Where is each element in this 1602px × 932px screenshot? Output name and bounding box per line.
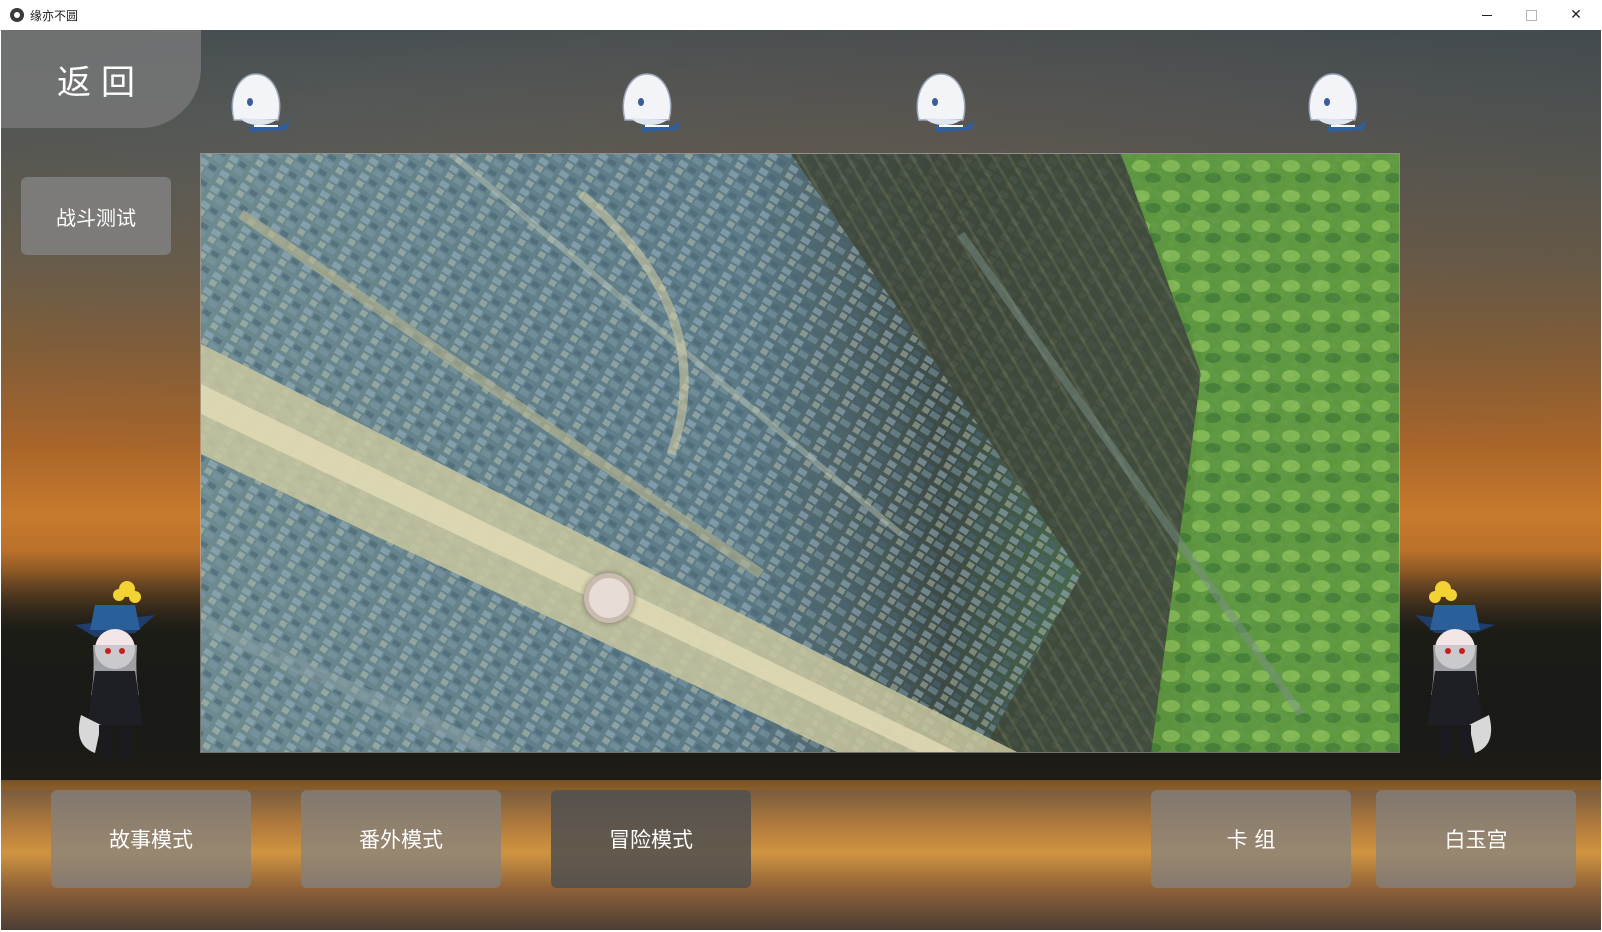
ghost-mascot-icon: [916, 73, 975, 132]
character-sprite-left: [75, 581, 155, 759]
game-screen: 返回 战斗测试 故事模式 番外模式 冒险模式 卡 组 白玉宫: [1, 30, 1601, 930]
extra-mode-button[interactable]: 番外模式: [301, 790, 501, 888]
character-sprite-right: [1415, 581, 1495, 759]
adventure-mode-button[interactable]: 冒险模式: [551, 790, 751, 888]
deck-button[interactable]: 卡 组: [1151, 790, 1351, 888]
map-position-marker[interactable]: [584, 573, 634, 623]
back-button[interactable]: 返回: [1, 30, 201, 128]
battle-test-button[interactable]: 战斗测试: [21, 177, 171, 255]
minimize-button[interactable]: [1464, 0, 1510, 30]
maximize-icon: [1525, 9, 1537, 21]
ghost-mascot-icon: [231, 73, 290, 132]
window-title-bar: 缘亦不圆 ✕: [0, 0, 1602, 31]
minimize-icon: [1482, 14, 1492, 16]
adventure-map[interactable]: [200, 153, 1400, 753]
story-mode-button[interactable]: 故事模式: [51, 790, 251, 888]
app-icon: [10, 8, 24, 22]
close-button[interactable]: ✕: [1553, 0, 1599, 30]
maximize-button[interactable]: [1508, 0, 1554, 30]
window-title: 缘亦不圆: [30, 9, 79, 23]
map-image: [201, 154, 1399, 752]
ghost-mascot-icon: [622, 73, 681, 132]
white-jade-palace-button[interactable]: 白玉宫: [1376, 790, 1576, 888]
ghost-mascot-icon: [1308, 73, 1367, 132]
close-icon: ✕: [1570, 7, 1582, 23]
